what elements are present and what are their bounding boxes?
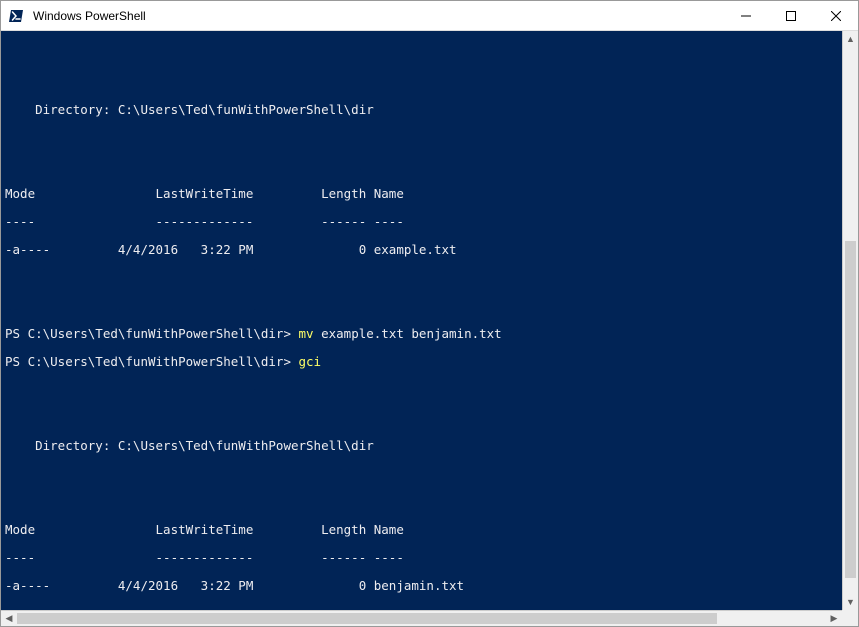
table-header-rule: ---- ------------- ------ ----: [5, 551, 842, 565]
terminal-viewport: Directory: C:\Users\Ted\funWithPowerShel…: [1, 31, 858, 626]
blank-line: [5, 467, 842, 481]
close-button[interactable]: [813, 1, 858, 30]
blank-line: [5, 495, 842, 509]
prompt-line: PS C:\Users\Ted\funWithPowerShell\dir> g…: [5, 355, 842, 369]
table-header-rule: ---- ------------- ------ ----: [5, 215, 842, 229]
table-row: -a---- 4/4/2016 3:22 PM 0 benjamin.txt: [5, 579, 842, 593]
blank-line: [5, 299, 842, 313]
table-header: Mode LastWriteTime Length Name: [5, 523, 842, 537]
terminal-content[interactable]: Directory: C:\Users\Ted\funWithPowerShel…: [1, 31, 842, 610]
command: gci: [299, 354, 322, 369]
blank-line: [5, 411, 842, 425]
blank-line: [5, 271, 842, 285]
table-header: Mode LastWriteTime Length Name: [5, 187, 842, 201]
scroll-right-button[interactable]: ▶: [826, 611, 842, 626]
blank-line: [5, 75, 842, 89]
prompt-line: PS C:\Users\Ted\funWithPowerShell\dir> m…: [5, 327, 842, 341]
blank-line: [5, 383, 842, 397]
horizontal-scrollbar[interactable]: ◀ ▶: [1, 610, 842, 626]
directory-header: Directory: C:\Users\Ted\funWithPowerShel…: [5, 103, 842, 117]
prompt: PS C:\Users\Ted\funWithPowerShell\dir>: [5, 326, 299, 341]
scroll-thumb-horizontal[interactable]: [17, 613, 717, 624]
maximize-button[interactable]: [768, 1, 813, 30]
directory-header: Directory: C:\Users\Ted\funWithPowerShel…: [5, 439, 842, 453]
window-title: Windows PowerShell: [33, 9, 723, 23]
scroll-up-button[interactable]: ▲: [843, 31, 858, 47]
blank-line: [5, 131, 842, 145]
scroll-thumb-vertical[interactable]: [845, 241, 856, 578]
vertical-scrollbar[interactable]: ▲ ▼: [842, 31, 858, 610]
blank-line: [5, 159, 842, 173]
scrollbar-corner: [842, 610, 858, 626]
prompt: PS C:\Users\Ted\funWithPowerShell\dir>: [5, 354, 299, 369]
titlebar[interactable]: Windows PowerShell: [1, 1, 858, 31]
command: mv: [299, 326, 314, 341]
powershell-icon: [9, 8, 25, 24]
minimize-button[interactable]: [723, 1, 768, 30]
scroll-down-button[interactable]: ▼: [843, 594, 858, 610]
window-controls: [723, 1, 858, 30]
blank-line: [5, 47, 842, 61]
table-row: -a---- 4/4/2016 3:22 PM 0 example.txt: [5, 243, 842, 257]
command-args: example.txt benjamin.txt: [314, 326, 502, 341]
scroll-left-button[interactable]: ◀: [1, 611, 17, 626]
